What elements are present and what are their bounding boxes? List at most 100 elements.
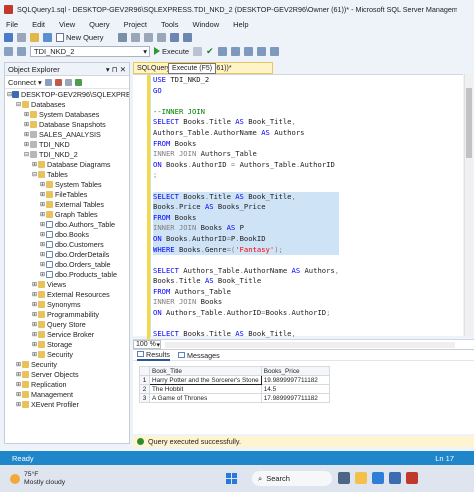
expand-icon[interactable]: ⊞ bbox=[39, 251, 46, 258]
tree-node[interactable]: ⊞ Management bbox=[5, 389, 129, 399]
weather-widget[interactable]: 75°F Mostly cloudy bbox=[10, 471, 65, 487]
connect-plug-icon[interactable] bbox=[44, 78, 52, 86]
tree-node[interactable]: ⊞ Security bbox=[5, 349, 129, 359]
collapse-icon[interactable]: ⊟ bbox=[23, 151, 30, 158]
open-folder-icon[interactable] bbox=[30, 33, 39, 42]
connect-icon[interactable] bbox=[4, 46, 13, 56]
sql-editor[interactable]: USE TDI_NKD_2 GO --INNER JOIN SELECT Books… bbox=[133, 74, 463, 372]
stop-icon[interactable] bbox=[193, 46, 203, 56]
expand-icon[interactable]: ⊞ bbox=[39, 191, 46, 198]
expand-icon[interactable]: ⊞ bbox=[39, 181, 46, 188]
sql-code[interactable]: USE TDI_NKD_2 GO --INNER JOIN SELECT Books… bbox=[153, 75, 340, 372]
tree-node[interactable]: ⊞ FileTables bbox=[5, 189, 129, 199]
grid-corner[interactable] bbox=[139, 366, 150, 376]
expand-icon[interactable]: ⊞ bbox=[39, 241, 46, 248]
expand-icon[interactable]: ⊞ bbox=[15, 391, 22, 398]
query-options-icon[interactable] bbox=[230, 46, 240, 56]
file-explorer-icon[interactable] bbox=[355, 472, 367, 484]
tree-node[interactable]: ⊞ XEvent Profiler bbox=[5, 399, 129, 409]
code-line[interactable]: ON Authors_Table.AuthorID=Books.AuthorID… bbox=[153, 308, 339, 319]
expand-icon[interactable]: ⊞ bbox=[23, 131, 30, 138]
tree-node[interactable]: ⊞ External Tables bbox=[5, 199, 129, 209]
expand-icon[interactable]: ⊞ bbox=[31, 291, 38, 298]
code-line[interactable]: ON Books.AuthorID = Authors_Table.Author… bbox=[153, 160, 339, 171]
code-line[interactable]: --INNER JOIN bbox=[153, 107, 339, 118]
tree-node[interactable]: ⊞ Graph Tables bbox=[5, 209, 129, 219]
menu-tools[interactable]: Tools bbox=[161, 20, 179, 29]
save-icon[interactable] bbox=[43, 33, 52, 42]
code-line[interactable]: FROM Authors_Table bbox=[153, 287, 339, 298]
expand-icon[interactable]: ⊞ bbox=[23, 121, 30, 128]
parse-check-icon[interactable]: ✔ bbox=[206, 46, 214, 57]
store-icon[interactable] bbox=[389, 472, 401, 484]
expand-icon[interactable]: ⊞ bbox=[31, 351, 38, 358]
tree-node[interactable]: ⊞ SALES_ANALYSIS bbox=[5, 129, 129, 139]
menu-view[interactable]: View bbox=[59, 20, 75, 29]
expand-icon[interactable]: ⊞ bbox=[23, 141, 30, 148]
code-line[interactable]: WHERE Books.Genre=('Fantasy'); bbox=[153, 244, 340, 256]
code-line[interactable]: ON Books.AuthorID=P.BookID bbox=[153, 233, 340, 245]
menu-query[interactable]: Query bbox=[89, 20, 109, 29]
expand-icon[interactable]: ⊞ bbox=[15, 401, 22, 408]
code-line[interactable]: Authors_Table.AuthorName AS Authors bbox=[153, 128, 339, 139]
code-line[interactable] bbox=[153, 319, 339, 330]
undo-icon[interactable] bbox=[169, 33, 179, 42]
tree-node[interactable]: ⊞ dbo.Orders_table bbox=[5, 259, 129, 269]
tree-node[interactable]: ⊟ DESKTOP-GEV2R96\SQLEXPRESS bbox=[5, 89, 129, 99]
connect-dropdown[interactable]: Connect ▾ bbox=[8, 78, 42, 87]
menu-window[interactable]: Window bbox=[192, 20, 219, 29]
expand-icon[interactable]: ⊞ bbox=[39, 211, 46, 218]
expand-icon[interactable]: ⊞ bbox=[23, 111, 30, 118]
expand-icon[interactable]: ⊞ bbox=[31, 311, 38, 318]
table-row[interactable]: 3 A Game of Thrones 17.9899997711182 bbox=[139, 393, 330, 403]
tree-node[interactable]: ⊞ External Resources bbox=[5, 289, 129, 299]
expand-icon[interactable]: ⊞ bbox=[31, 341, 38, 348]
tree-node[interactable]: ⊞ Synonyms bbox=[5, 299, 129, 309]
menu-project[interactable]: Project bbox=[124, 20, 147, 29]
tree-node[interactable]: ⊟ Databases bbox=[5, 99, 129, 109]
tree-node[interactable]: ⊞ dbo.Products_table bbox=[5, 269, 129, 279]
table-row[interactable]: 1 Harry Potter and the Sorcerer's Stone … bbox=[139, 375, 330, 385]
expand-icon[interactable]: ⊞ bbox=[39, 261, 46, 268]
expand-icon[interactable]: ⊞ bbox=[39, 271, 46, 278]
collapse-icon[interactable]: ⊟ bbox=[15, 101, 22, 108]
code-line[interactable]: Books.Price AS Books_Price bbox=[153, 202, 340, 213]
cut-icon[interactable] bbox=[130, 33, 140, 42]
zoom-select[interactable]: 100 % ▾ bbox=[133, 340, 161, 349]
tab-messages[interactable]: Messages bbox=[177, 351, 220, 360]
paste-icon[interactable] bbox=[156, 33, 166, 42]
code-line[interactable]: FROM Books bbox=[153, 212, 340, 224]
code-line[interactable]: INNER JOIN Books bbox=[153, 297, 339, 308]
results-grid-icon[interactable] bbox=[243, 46, 253, 56]
code-line[interactable]: ; bbox=[153, 170, 339, 181]
tree-node[interactable]: ⊞ dbo.Customers bbox=[5, 239, 129, 249]
tree-node[interactable]: ⊞ System Databases bbox=[5, 109, 129, 119]
tree-node[interactable]: ⊞ Service Broker bbox=[5, 329, 129, 339]
row-number[interactable]: 1 bbox=[139, 375, 150, 385]
refresh-icon[interactable] bbox=[74, 78, 82, 86]
expand-icon[interactable]: ⊞ bbox=[39, 201, 46, 208]
cell-book-title[interactable]: The Hobbit bbox=[149, 384, 262, 394]
scrollbar-thumb[interactable] bbox=[466, 88, 472, 158]
new-query-button[interactable]: New Query bbox=[56, 33, 104, 42]
code-line[interactable]: SELECT Books.Title AS Book_Title, bbox=[153, 191, 340, 203]
forward-icon[interactable] bbox=[17, 33, 26, 42]
cell-books-price[interactable]: 17.9899997711182 bbox=[260, 393, 330, 403]
code-line[interactable]: INNER JOIN Authors_Table bbox=[153, 149, 339, 160]
code-line[interactable]: USE TDI_NKD_2 bbox=[153, 75, 339, 86]
edge-icon[interactable] bbox=[372, 472, 384, 484]
tree-node[interactable]: ⊞ Security bbox=[5, 359, 129, 369]
display-plan-icon[interactable] bbox=[217, 46, 227, 56]
tree-node[interactable]: ⊞ dbo.Authors_Table bbox=[5, 219, 129, 229]
column-header[interactable]: Books_Price bbox=[260, 366, 330, 376]
windows-start-icon[interactable] bbox=[226, 473, 237, 484]
task-view-icon[interactable] bbox=[338, 472, 350, 484]
tab-results[interactable]: Results bbox=[137, 350, 170, 361]
table-row[interactable]: 2 The Hobbit 14.5 bbox=[139, 384, 330, 394]
code-line[interactable]: GO bbox=[153, 86, 339, 97]
cell-books-price[interactable]: 19.9899997711182 bbox=[260, 375, 330, 385]
back-icon[interactable] bbox=[4, 33, 13, 42]
row-number[interactable]: 2 bbox=[139, 384, 150, 394]
editor-horizontal-scrollbar[interactable] bbox=[165, 341, 455, 348]
tree-node[interactable]: ⊞ Database Diagrams bbox=[5, 159, 129, 169]
